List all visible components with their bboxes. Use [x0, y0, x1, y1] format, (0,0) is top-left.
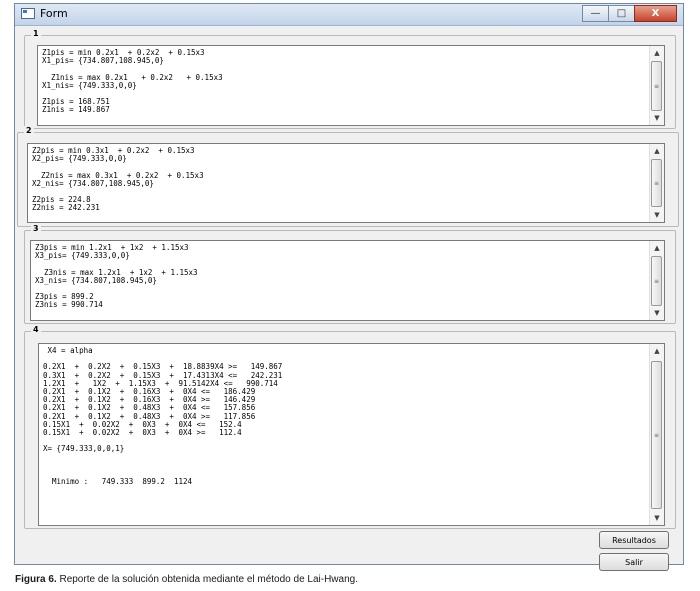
figure-caption-text: Reporte de la solución obtenida mediante…	[56, 574, 358, 585]
scroll-up-icon[interactable]: ▲	[650, 241, 664, 255]
group-3: 3 Z3pis = min 1.2x1 + 1x2 + 1.15x3 X3_pi…	[24, 224, 676, 324]
output-textbox-1[interactable]: Z1pis = min 0.2x1 + 0.2x2 + 0.15x3 X1_pi…	[37, 45, 665, 126]
close-button[interactable]: X	[634, 5, 677, 22]
maximize-button[interactable]: □	[608, 5, 635, 22]
output-text-3: Z3pis = min 1.2x1 + 1x2 + 1.15x3 X3_pis=…	[35, 243, 198, 310]
group-3-label: 3	[31, 224, 41, 234]
figure-caption-label: Figura 6.	[15, 574, 57, 585]
scroll-up-icon[interactable]: ▲	[650, 144, 664, 158]
group-1-label: 1	[31, 29, 41, 39]
scroll-thumb-2[interactable]: ≡	[651, 159, 662, 207]
scrollbar-3[interactable]: ▲ ≡ ▼	[649, 241, 664, 320]
scroll-up-icon[interactable]: ▲	[650, 46, 664, 60]
caption-buttons: — □ X	[582, 5, 677, 22]
form-window: Form — □ X 1 Z1pis = min 0.2x1 + 0.2x2 +…	[14, 3, 684, 571]
output-textbox-2[interactable]: Z2pis = min 0.3x1 + 0.2x2 + 0.15x3 X2_pi…	[27, 143, 665, 223]
output-text-4: X4 = alpha 0.2X1 + 0.2X2 + 0.15X3 + 18.8…	[43, 346, 283, 487]
scrollbar-2[interactable]: ▲ ≡ ▼	[649, 144, 664, 222]
scroll-up-icon[interactable]: ▲	[650, 344, 664, 358]
scroll-thumb-4[interactable]: ≡	[651, 361, 662, 509]
exit-button[interactable]: Salir	[599, 553, 669, 571]
minimize-button[interactable]: —	[582, 5, 609, 22]
scroll-down-icon[interactable]: ▼	[650, 511, 664, 525]
group-4: 4 X4 = alpha 0.2X1 + 0.2X2 + 0.15X3 + 18…	[24, 325, 676, 529]
scroll-down-icon[interactable]: ▼	[650, 111, 664, 125]
group-4-label: 4	[31, 325, 41, 335]
scroll-thumb-1[interactable]: ≡	[651, 61, 662, 111]
scroll-down-icon[interactable]: ▼	[650, 306, 664, 320]
scrollbar-4[interactable]: ▲ ≡ ▼	[649, 344, 664, 525]
scroll-down-icon[interactable]: ▼	[650, 208, 664, 222]
output-textbox-3[interactable]: Z3pis = min 1.2x1 + 1x2 + 1.15x3 X3_pis=…	[30, 240, 665, 321]
scroll-thumb-3[interactable]: ≡	[651, 256, 662, 306]
form-app-icon	[21, 8, 35, 19]
figure-caption: Figura 6. Reporte de la solución obtenid…	[15, 574, 358, 585]
window-title: Form	[40, 7, 68, 20]
group-2-label: 2	[24, 126, 34, 136]
output-text-2: Z2pis = min 0.3x1 + 0.2x2 + 0.15x3 X2_pi…	[32, 146, 204, 213]
title-bar[interactable]: Form — □ X	[15, 4, 683, 26]
output-textbox-4[interactable]: X4 = alpha 0.2X1 + 0.2X2 + 0.15X3 + 18.8…	[38, 343, 665, 526]
results-button[interactable]: Resultados	[599, 531, 669, 549]
output-text-1: Z1pis = min 0.2x1 + 0.2x2 + 0.15x3 X1_pi…	[42, 48, 223, 115]
group-1: 1 Z1pis = min 0.2x1 + 0.2x2 + 0.15x3 X1_…	[24, 29, 676, 129]
scrollbar-1[interactable]: ▲ ≡ ▼	[649, 46, 664, 125]
group-2: 2 Z2pis = min 0.3x1 + 0.2x2 + 0.15x3 X2_…	[17, 126, 679, 227]
